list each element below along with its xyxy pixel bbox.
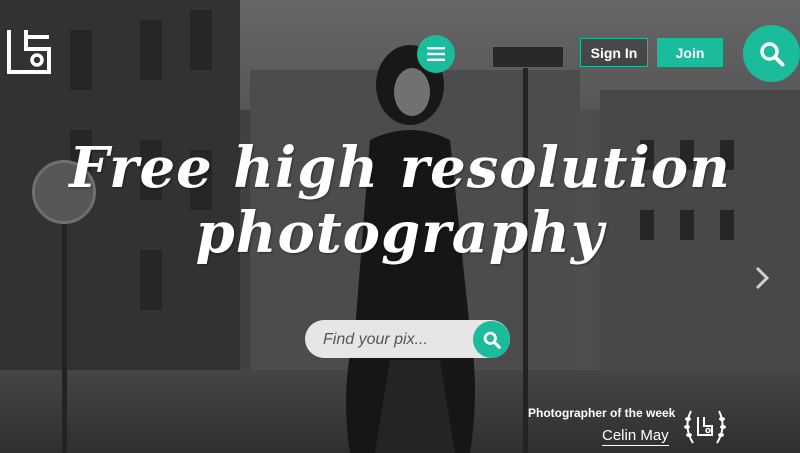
search-icon — [483, 331, 501, 349]
laurel-badge-icon — [684, 410, 726, 444]
search-submit-button[interactable] — [473, 321, 510, 358]
search-icon — [759, 41, 784, 66]
hero-section: Sign In Join Free high resolution photog… — [0, 0, 800, 453]
join-button[interactable]: Join — [657, 38, 723, 67]
header-search-button[interactable] — [743, 25, 800, 82]
hero-headline-line1: Free high resolution — [69, 135, 731, 201]
hamburger-menu-icon — [427, 47, 445, 61]
search-input[interactable] — [321, 328, 475, 352]
chevron-right-icon[interactable] — [752, 265, 772, 291]
photographer-of-week-label: Photographer of the week — [528, 406, 676, 420]
photographer-name-link[interactable]: Celin May — [602, 427, 669, 446]
sign-in-button[interactable]: Sign In — [580, 38, 648, 67]
logo-icon[interactable] — [6, 27, 52, 75]
hero-headline-line2: photography — [195, 200, 605, 266]
menu-button[interactable] — [417, 35, 455, 73]
